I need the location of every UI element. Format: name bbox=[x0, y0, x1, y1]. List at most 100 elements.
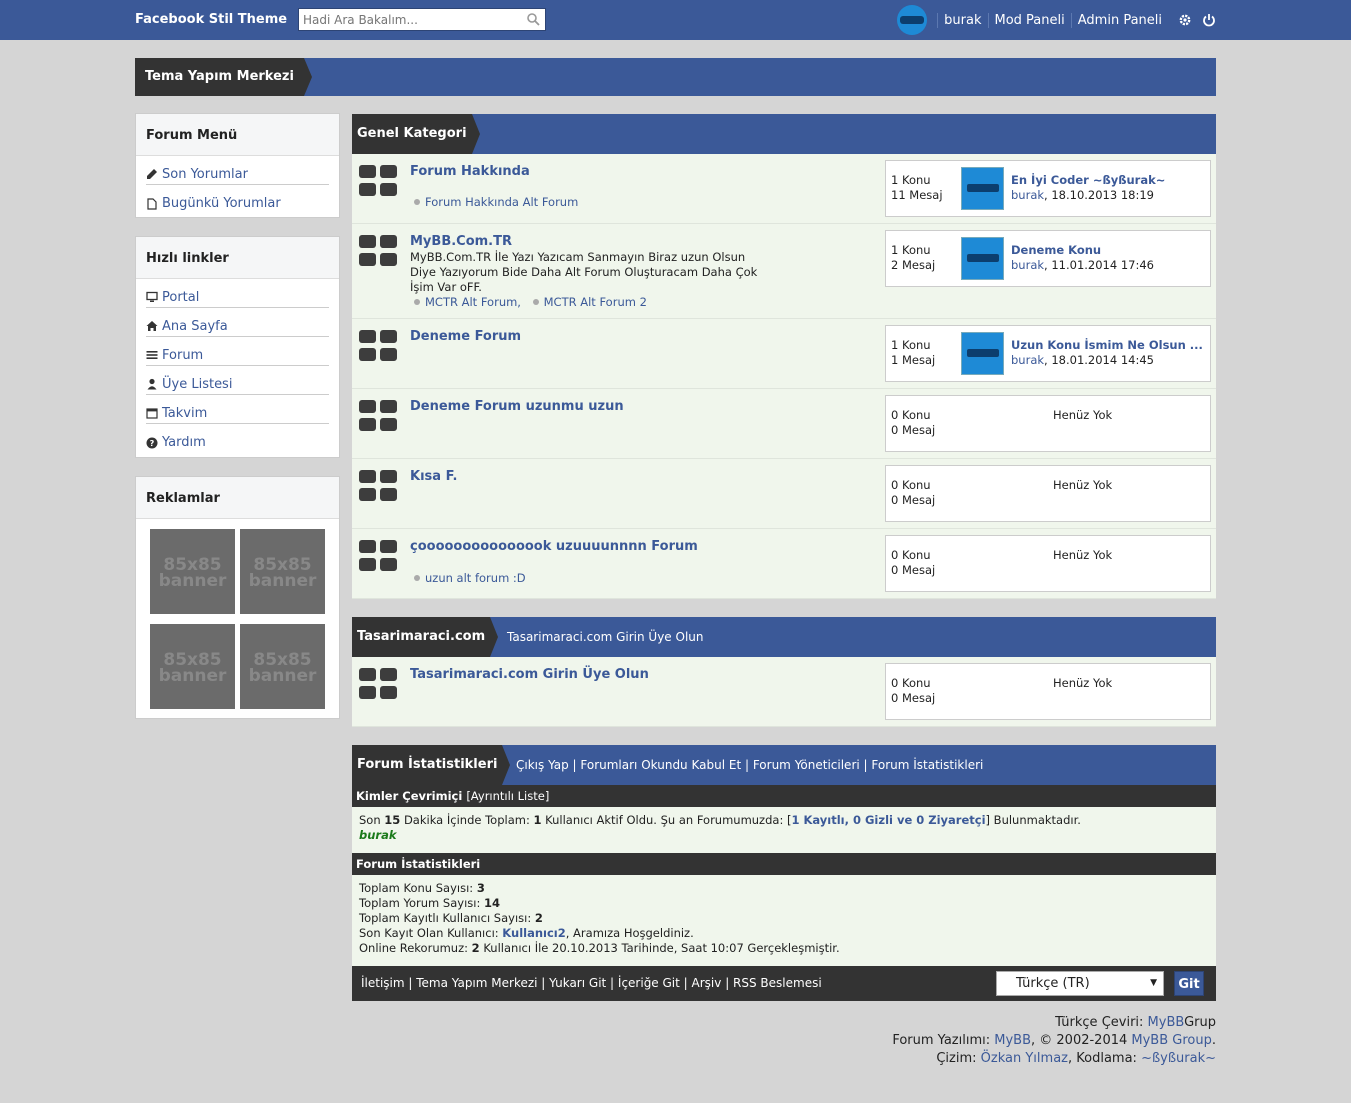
forum-counts: 1 Konu 2 Mesaj bbox=[891, 243, 936, 272]
search-input[interactable] bbox=[299, 9, 519, 30]
forum-counts: 1 Konu 11 Mesaj bbox=[891, 173, 943, 202]
mybb-group-site-link[interactable]: MyBB Group bbox=[1131, 1033, 1211, 1048]
forum-counts: 0 Konu 0 Mesaj bbox=[891, 676, 936, 705]
last-post-box: 0 Konu 0 Mesaj Henüz Yok bbox=[885, 535, 1211, 592]
sidebar-item-portal[interactable]: Portal bbox=[146, 279, 329, 308]
sidebar-item-label: Forum bbox=[162, 347, 204, 363]
ad-banner[interactable]: 85x85 banner bbox=[240, 529, 325, 614]
ad-banner[interactable]: 85x85 banner bbox=[150, 529, 235, 614]
subforum-link[interactable]: MCTR Alt Forum 2 bbox=[532, 295, 647, 309]
rss-link[interactable]: RSS Beslemesi bbox=[733, 976, 822, 990]
ad-banner[interactable]: 85x85 banner bbox=[240, 624, 325, 709]
sidebar-item-ana-sayfa[interactable]: Ana Sayfa bbox=[146, 308, 329, 337]
forum-stats-panel: Forum İstatistikleri Çıkış Yap | Forumla… bbox=[352, 745, 1216, 966]
contact-link[interactable]: İletişim bbox=[361, 976, 405, 990]
user-profile-link[interactable]: burak bbox=[937, 12, 987, 28]
quick-links-box: Hızlı linkler Portal Ana Sayfa Forum Üye… bbox=[135, 236, 340, 458]
moderators-link[interactable]: Forum Yöneticileri bbox=[753, 758, 860, 772]
online-breakdown-link[interactable]: 1 Kayıtlı, 0 Gizli ve 0 Ziyaretçi bbox=[791, 813, 985, 827]
language-go-button[interactable]: Git bbox=[1174, 971, 1204, 996]
forum-title-link[interactable]: Deneme Forum uzunmu uzun bbox=[410, 399, 624, 414]
forum-row: Kısa F. 0 Konu 0 Mesaj Henüz Yok bbox=[352, 459, 1216, 529]
online-body: Son 15 Dakika İçinde Toplam: 1 Kullanıcı… bbox=[352, 807, 1216, 853]
coder-link[interactable]: ~ßyßurak~ bbox=[1141, 1051, 1216, 1066]
last-post-title[interactable]: En İyi Coder ~ßyßurak~ bbox=[1011, 173, 1206, 187]
last-post-box: 0 Konu 0 Mesaj Henüz Yok bbox=[885, 395, 1211, 452]
mark-read-link[interactable]: Forumları Okundu Kabul Et bbox=[580, 758, 741, 772]
forum-title-link[interactable]: çooooooooooooook uzuuuunnnn Forum bbox=[410, 539, 698, 554]
sidebar-item-yardim[interactable]: ? Yardım bbox=[146, 424, 329, 453]
online-header: Kimler Çevrimiçi [Ayrıntılı Liste] bbox=[352, 785, 1216, 807]
home-link[interactable]: Tema Yapım Merkezi bbox=[416, 976, 537, 990]
forum-row: Forum Hakkında Forum Hakkında Alt Forum … bbox=[352, 154, 1216, 224]
site-title[interactable]: Tema Yapım Merkezi bbox=[135, 58, 312, 96]
monitor-icon bbox=[146, 291, 158, 302]
designer-link[interactable]: Özkan Yılmaz bbox=[981, 1051, 1068, 1066]
detailed-list-link[interactable]: [Ayrıntılı Liste] bbox=[466, 789, 549, 803]
last-post-box: 1 Konu 11 Mesaj En İyi Coder ~ßyßurak~ bu… bbox=[885, 160, 1211, 217]
file-icon bbox=[147, 197, 157, 210]
online-user-link[interactable]: burak bbox=[359, 828, 1209, 843]
sidebar-item-forum[interactable]: Forum bbox=[146, 337, 329, 366]
mybb-link[interactable]: MyBB bbox=[994, 1033, 1031, 1048]
sidebar-item-bugunku-yorumlar[interactable]: Bugünkü Yorumlar bbox=[146, 185, 329, 214]
gear-icon[interactable] bbox=[1178, 13, 1192, 27]
subforum-link[interactable]: uzun alt forum :D bbox=[414, 571, 526, 585]
top-navbar: Facebook Stil Theme burak Mod Paneli Adm… bbox=[0, 0, 1351, 40]
last-poster-link[interactable]: burak bbox=[1011, 258, 1044, 272]
subforum-dot-icon bbox=[532, 299, 539, 305]
credit-translation: Türkçe Çeviri: MyBBGrup bbox=[1055, 1015, 1216, 1030]
language-select[interactable]: Türkçe (TR) ▼ bbox=[996, 971, 1164, 996]
forum-title-link[interactable]: Deneme Forum bbox=[410, 329, 521, 344]
mybb-group-link[interactable]: MyBB bbox=[1148, 1015, 1185, 1030]
forum-title-link[interactable]: MyBB.Com.TR bbox=[410, 234, 512, 249]
sidebar-item-takvim[interactable]: Takvim bbox=[146, 395, 329, 424]
statistics-link[interactable]: Forum İstatistikleri bbox=[871, 758, 983, 772]
last-poster-avatar[interactable] bbox=[961, 237, 1004, 280]
site-brand[interactable]: Facebook Stil Theme bbox=[135, 12, 287, 27]
forum-row: Deneme Forum uzunmu uzun 0 Konu 0 Mesaj H… bbox=[352, 389, 1216, 459]
newest-member-link[interactable]: Kullanıcı2 bbox=[502, 926, 565, 940]
last-post-title[interactable]: Uzun Konu İsmim Ne Olsun ... bbox=[1011, 338, 1206, 352]
forum-title-link[interactable]: Tasarimaraci.com Girin Üye Olun bbox=[410, 667, 649, 682]
forum-row: çooooooooooooook uzuuuunnnn Forum uzun a… bbox=[352, 529, 1216, 599]
category-title[interactable]: Tasarimaraci.com bbox=[352, 617, 499, 657]
logout-link[interactable]: Çıkış Yap bbox=[516, 758, 569, 772]
credit-software: Forum Yazılımı: MyBB, © 2002-2014 MyBB G… bbox=[892, 1033, 1216, 1048]
stats-links: Çıkış Yap | Forumları Okundu Kabul Et | … bbox=[516, 758, 984, 772]
sidebar-item-son-yorumlar[interactable]: Son Yorumlar bbox=[146, 156, 329, 185]
last-poster-link[interactable]: burak bbox=[1011, 188, 1044, 202]
subforum-dot-icon bbox=[414, 199, 420, 205]
category-title[interactable]: Genel Kategori bbox=[352, 114, 480, 154]
forum-title-link[interactable]: Kısa F. bbox=[410, 469, 457, 484]
last-poster-avatar[interactable] bbox=[961, 167, 1004, 210]
sidebar-item-label: Takvim bbox=[162, 405, 208, 421]
user-avatar[interactable] bbox=[897, 5, 928, 35]
last-poster-avatar[interactable] bbox=[961, 332, 1004, 375]
forum-title-link[interactable]: Forum Hakkında bbox=[410, 164, 530, 179]
forum-status-icon bbox=[359, 400, 397, 431]
mod-panel-link[interactable]: Mod Paneli bbox=[987, 12, 1071, 28]
ads-box: Reklamlar 85x85 banner 85x85 banner 85x85 b… bbox=[135, 476, 340, 719]
back-to-top-link[interactable]: Yukarı Git bbox=[549, 976, 606, 990]
no-last-post: Henüz Yok bbox=[1053, 676, 1113, 690]
subforum-link[interactable]: Forum Hakkında Alt Forum bbox=[414, 195, 578, 209]
subforum-link[interactable]: MCTR Alt Forum, bbox=[414, 295, 521, 309]
stats-title: Forum İstatistikleri bbox=[352, 745, 511, 785]
archive-link[interactable]: Arşiv bbox=[692, 976, 722, 990]
forum-counts: 0 Konu 0 Mesaj bbox=[891, 408, 936, 437]
admin-panel-link[interactable]: Admin Paneli bbox=[1070, 12, 1168, 28]
forum-status-icon bbox=[359, 330, 397, 361]
footer-bar: İletişim | Tema Yapım Merkezi | Yukarı G… bbox=[352, 966, 1216, 1001]
skip-to-content-link[interactable]: İçeriğe Git bbox=[618, 976, 680, 990]
last-poster-link[interactable]: burak bbox=[1011, 353, 1044, 367]
sidebar-item-uye-listesi[interactable]: Üye Listesi bbox=[146, 366, 329, 395]
search-icon[interactable] bbox=[526, 12, 540, 26]
forum-status-icon bbox=[359, 540, 397, 571]
calendar-icon bbox=[146, 408, 158, 419]
forum-status-icon bbox=[359, 668, 397, 699]
last-post-title[interactable]: Deneme Konu bbox=[1011, 243, 1206, 257]
power-icon[interactable] bbox=[1202, 13, 1216, 27]
ad-banner[interactable]: 85x85 banner bbox=[150, 624, 235, 709]
no-last-post: Henüz Yok bbox=[1053, 408, 1113, 422]
